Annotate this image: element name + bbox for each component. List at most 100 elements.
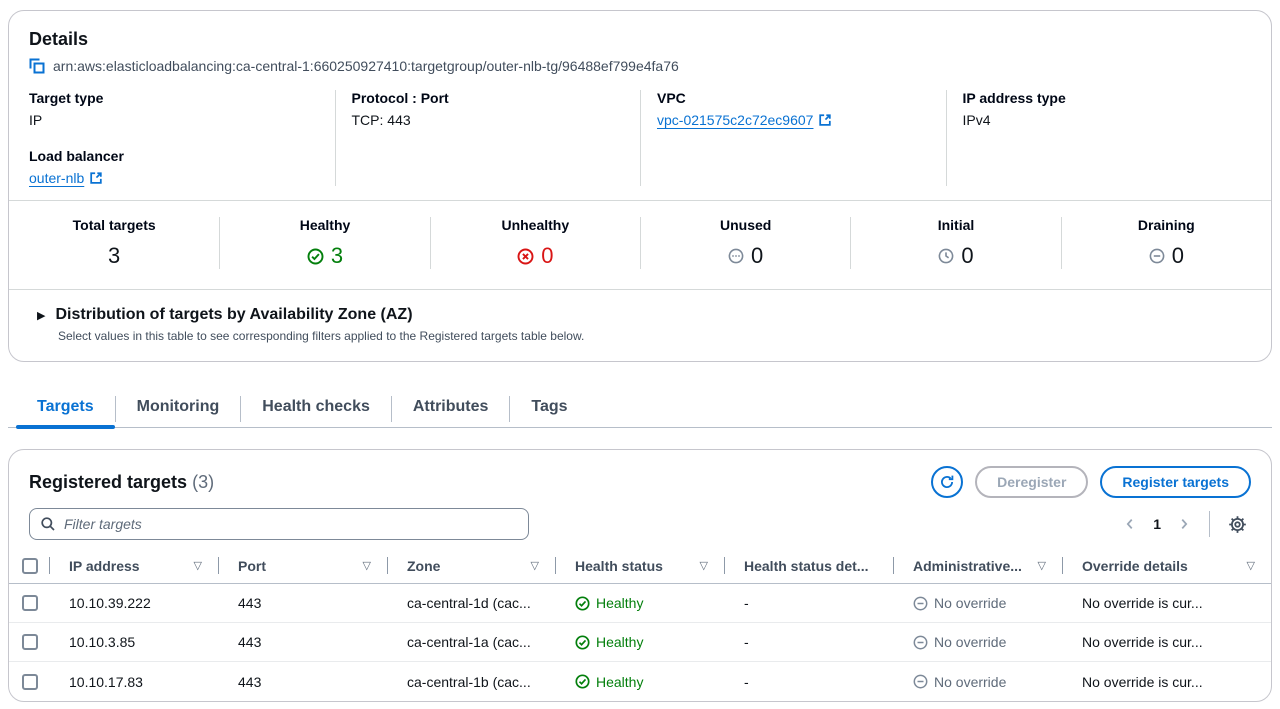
column-header-health-status[interactable]: Health status▽ bbox=[555, 548, 724, 583]
cell-ip-address: 10.10.17.83 bbox=[49, 674, 218, 690]
sort-icon[interactable]: ▽ bbox=[363, 559, 371, 572]
minus-circle-icon bbox=[913, 596, 928, 611]
cell-health-status: Healthy bbox=[555, 674, 724, 690]
sort-icon[interactable]: ▽ bbox=[1247, 559, 1255, 572]
initial-label: Initial bbox=[851, 217, 1060, 233]
sort-icon[interactable]: ▽ bbox=[700, 559, 708, 572]
total-targets-label: Total targets bbox=[9, 217, 219, 233]
table-row: 10.10.17.83 443 ca-central-1b (cac... He… bbox=[9, 662, 1271, 701]
cell-port: 443 bbox=[218, 674, 387, 690]
details-title: Details bbox=[29, 29, 1251, 50]
column-header-port[interactable]: Port▽ bbox=[218, 548, 387, 583]
cell-health-status-details: - bbox=[724, 595, 893, 611]
minus-circle-icon bbox=[913, 635, 928, 650]
ellipsis-circle-icon bbox=[728, 248, 744, 264]
protocol-port-value: TCP: 443 bbox=[352, 112, 625, 128]
minus-circle-icon bbox=[913, 674, 928, 689]
draining-value: 0 bbox=[1172, 243, 1184, 269]
target-type-value: IP bbox=[29, 112, 319, 128]
deregister-button[interactable]: Deregister bbox=[975, 466, 1088, 498]
az-distribution-toggle[interactable]: ▶ Distribution of targets by Availabilit… bbox=[37, 306, 1251, 324]
vpc-label: VPC bbox=[657, 90, 930, 106]
cell-port: 443 bbox=[218, 595, 387, 611]
cell-ip-address: 10.10.3.85 bbox=[49, 634, 218, 650]
sort-icon[interactable]: ▽ bbox=[531, 559, 539, 572]
select-all-checkbox[interactable] bbox=[22, 558, 38, 574]
cell-port: 443 bbox=[218, 634, 387, 650]
vpc-link[interactable]: vpc-021575c2c72ec9607 bbox=[657, 112, 832, 128]
tab-attributes[interactable]: Attributes bbox=[392, 390, 510, 428]
healthy-value: 3 bbox=[331, 243, 343, 269]
refresh-button[interactable] bbox=[931, 466, 963, 498]
copy-icon[interactable] bbox=[29, 58, 45, 74]
column-header-health-status-details[interactable]: Health status det... bbox=[724, 548, 893, 583]
cell-ip-address: 10.10.39.222 bbox=[49, 595, 218, 611]
total-targets-value: 3 bbox=[108, 243, 120, 269]
unhealthy-value: 0 bbox=[541, 243, 553, 269]
tab-tags[interactable]: Tags bbox=[510, 390, 588, 428]
load-balancer-link[interactable]: outer-nlb bbox=[29, 170, 103, 186]
row-checkbox[interactable] bbox=[22, 674, 38, 690]
registered-targets-title: Registered targets (3) bbox=[29, 472, 214, 493]
previous-page-button[interactable] bbox=[1119, 513, 1141, 535]
cell-health-status-details: - bbox=[724, 634, 893, 650]
column-header-administrative[interactable]: Administrative...▽ bbox=[893, 548, 1062, 583]
cell-zone: ca-central-1d (cac... bbox=[387, 595, 555, 611]
load-balancer-label: Load balancer bbox=[29, 148, 319, 164]
cell-administrative-override: No override bbox=[893, 674, 1062, 690]
registered-targets-card: Registered targets (3) Deregister Regist… bbox=[8, 449, 1272, 702]
unused-value: 0 bbox=[751, 243, 763, 269]
registered-targets-count: (3) bbox=[192, 472, 214, 492]
column-header-override-details[interactable]: Override details▽ bbox=[1062, 548, 1271, 583]
az-distribution-description: Select values in this table to see corre… bbox=[58, 329, 1251, 343]
current-page-number[interactable]: 1 bbox=[1147, 516, 1167, 532]
cell-health-status: Healthy bbox=[555, 595, 724, 611]
healthy-label: Healthy bbox=[220, 217, 429, 233]
row-checkbox[interactable] bbox=[22, 595, 38, 611]
pager-separator bbox=[1209, 511, 1210, 537]
tab-monitoring[interactable]: Monitoring bbox=[116, 390, 241, 428]
registered-targets-table: IP address▽ Port▽ Zone▽ Health status▽ H… bbox=[9, 548, 1271, 701]
ip-address-type-label: IP address type bbox=[963, 90, 1236, 106]
draining-label: Draining bbox=[1062, 217, 1271, 233]
cell-override-details: No override is cur... bbox=[1062, 595, 1271, 611]
check-circle-icon bbox=[575, 674, 590, 689]
expand-caret-icon: ▶ bbox=[37, 309, 45, 322]
tab-health-checks[interactable]: Health checks bbox=[241, 390, 391, 428]
cell-zone: ca-central-1a (cac... bbox=[387, 634, 555, 650]
sort-icon[interactable]: ▽ bbox=[1038, 559, 1046, 572]
clock-circle-icon bbox=[938, 248, 954, 264]
unhealthy-label: Unhealthy bbox=[431, 217, 640, 233]
column-header-zone[interactable]: Zone▽ bbox=[387, 548, 555, 583]
tab-bar: Targets Monitoring Health checks Attribu… bbox=[8, 390, 1272, 428]
register-targets-button[interactable]: Register targets bbox=[1100, 466, 1251, 498]
x-circle-icon bbox=[517, 248, 534, 265]
table-preferences-button[interactable] bbox=[1224, 511, 1251, 538]
sort-icon[interactable]: ▽ bbox=[194, 559, 202, 572]
table-row: 10.10.3.85 443 ca-central-1a (cac... Hea… bbox=[9, 623, 1271, 662]
unused-label: Unused bbox=[641, 217, 850, 233]
check-circle-icon bbox=[575, 635, 590, 650]
az-distribution-title: Distribution of targets by Availability … bbox=[55, 306, 412, 324]
tab-targets[interactable]: Targets bbox=[16, 390, 115, 428]
filter-targets-search[interactable] bbox=[29, 508, 529, 540]
row-checkbox[interactable] bbox=[22, 634, 38, 650]
minus-circle-icon bbox=[1149, 248, 1165, 264]
target-group-arn: arn:aws:elasticloadbalancing:ca-central-… bbox=[53, 58, 679, 74]
external-link-icon bbox=[818, 113, 832, 127]
filter-targets-input[interactable] bbox=[64, 516, 518, 532]
refresh-icon bbox=[939, 474, 955, 490]
column-header-ip-address[interactable]: IP address▽ bbox=[49, 548, 218, 583]
external-link-icon bbox=[89, 171, 103, 185]
cell-administrative-override: No override bbox=[893, 634, 1062, 650]
chevron-left-icon bbox=[1123, 517, 1137, 531]
initial-value: 0 bbox=[961, 243, 973, 269]
target-type-label: Target type bbox=[29, 90, 319, 106]
gear-icon bbox=[1228, 515, 1247, 534]
page: Details arn:aws:elasticloadbalancing:ca-… bbox=[0, 0, 1280, 702]
cell-zone: ca-central-1b (cac... bbox=[387, 674, 555, 690]
cell-override-details: No override is cur... bbox=[1062, 634, 1271, 650]
search-icon bbox=[40, 516, 56, 532]
next-page-button[interactable] bbox=[1173, 513, 1195, 535]
cell-override-details: No override is cur... bbox=[1062, 674, 1271, 690]
